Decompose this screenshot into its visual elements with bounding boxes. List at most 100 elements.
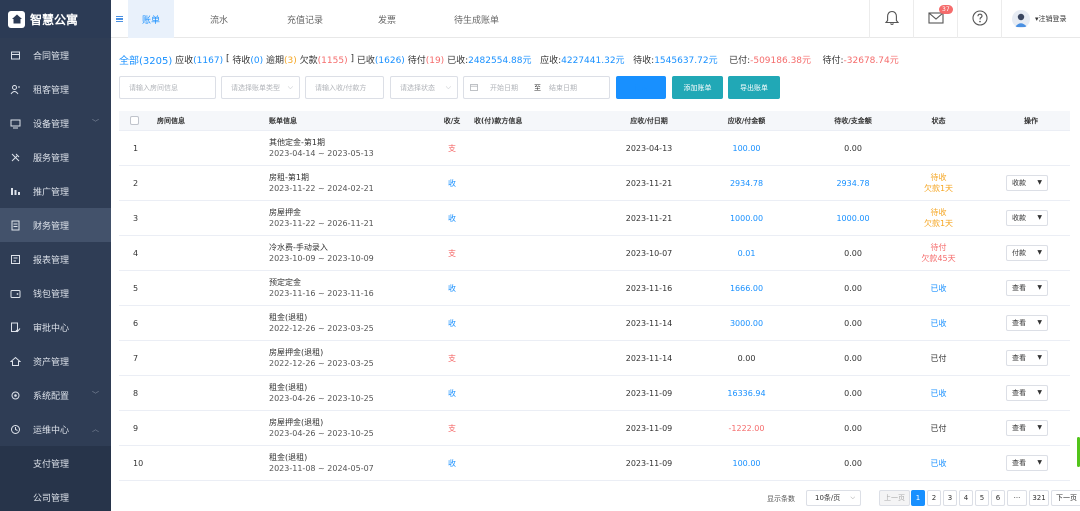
- search-button[interactable]: 搜索: [616, 76, 666, 99]
- row-action-select[interactable]: 付款 ▼: [1006, 245, 1048, 261]
- column-header-3: 收(付)款方信息: [474, 116, 523, 125]
- due-date: 2023-11-09: [625, 388, 673, 398]
- table-row[interactable]: 1 其他定金-第1期 2023-04-14 ~ 2023-05-13 支 2023-04…: [119, 131, 1070, 166]
- table-row[interactable]: 6 租金(退租) 2022-12-26 ~ 2023-03-25 收 2023-11-1…: [119, 306, 1070, 341]
- contract-icon: [10, 50, 21, 61]
- report-icon: [10, 254, 21, 265]
- tab-0[interactable]: 账单: [128, 0, 174, 38]
- export-bill-button[interactable]: 导出账单: [728, 76, 780, 99]
- user-menu[interactable]: ▾注销登录: [1001, 0, 1080, 38]
- help-button[interactable]: [957, 0, 1001, 38]
- add-bill-button[interactable]: 添加账单: [672, 76, 723, 99]
- select-all-checkbox[interactable]: [119, 111, 149, 130]
- summary-received[interactable]: 已收(1626): [357, 53, 405, 66]
- approval-icon: [10, 322, 21, 333]
- chevron-down-icon: ﹀: [92, 391, 99, 399]
- row-action-select[interactable]: 查看 ▼: [1006, 315, 1048, 331]
- row-action-select[interactable]: 查看 ▼: [1006, 455, 1048, 471]
- caret-down-icon: ▼: [1037, 284, 1042, 291]
- summary-topay[interactable]: 待付(19): [408, 53, 445, 66]
- sidebar-item-0[interactable]: 合同管理: [0, 38, 111, 72]
- summary-receivable[interactable]: 应收(1167): [175, 53, 223, 66]
- page-button[interactable]: 2: [927, 490, 941, 506]
- sidebar-item-5[interactable]: 财务管理: [0, 208, 111, 242]
- prev-page-button[interactable]: 上一页: [879, 490, 910, 506]
- tab-4[interactable]: 待生成账单: [428, 0, 525, 38]
- calendar-icon: [470, 83, 478, 93]
- row-action-select[interactable]: 查看 ▼: [1006, 350, 1048, 366]
- row-action-select[interactable]: 查看 ▼: [1006, 280, 1048, 296]
- sidebar-item-9[interactable]: 资产管理: [0, 344, 111, 378]
- sidebar-item-8[interactable]: 审批中心: [0, 310, 111, 344]
- table-row[interactable]: 5 预定定金 2023-11-16 ~ 2023-11-16 收 2023-11-16 1…: [119, 271, 1070, 306]
- page-button[interactable]: 4: [959, 490, 973, 506]
- column-header-8: 操作: [1024, 116, 1038, 125]
- table-row[interactable]: 9 房屋押金(退租) 2023-04-26 ~ 2023-10-25 支 2023-11…: [119, 411, 1070, 446]
- row-number: 10: [133, 458, 144, 468]
- page-button[interactable]: 1: [911, 490, 925, 506]
- row-action-select[interactable]: 查看 ▼: [1006, 420, 1048, 436]
- summary-pending[interactable]: 待收(0): [232, 53, 263, 66]
- sidebar-subitem-0[interactable]: 支付管理: [0, 446, 111, 480]
- sidebar-item-6[interactable]: 报表管理: [0, 242, 111, 276]
- date-range-picker[interactable]: 开始日期 至 结束日期: [463, 76, 610, 99]
- sidebar-item-4[interactable]: 推广管理: [0, 174, 111, 208]
- pending-amount: 0.00: [844, 388, 862, 398]
- direction-tag: 收: [448, 213, 456, 223]
- messages-button[interactable]: 37: [913, 0, 957, 38]
- table-row[interactable]: 3 房屋押金 2023-11-22 ~ 2026-11-21 收 2023-11-21 1…: [119, 201, 1070, 236]
- sidebar-item-7[interactable]: 钱包管理: [0, 276, 111, 310]
- logout-link[interactable]: ▾注销登录: [1035, 14, 1067, 24]
- summary-arrears[interactable]: 欠款(1155): [300, 53, 348, 66]
- table-row[interactable]: 7 房屋押金(退租) 2022-12-26 ~ 2023-03-25 支 2023-11…: [119, 341, 1070, 376]
- party-search-input[interactable]: 请输入收/付款方: [305, 76, 384, 99]
- chevron-down-icon: ⌵: [850, 494, 855, 501]
- sidebar-item-10[interactable]: 系统配置 ﹀: [0, 378, 111, 412]
- direction-tag: 收: [448, 318, 456, 328]
- bill-period: 2023-10-09 ~ 2023-10-09: [269, 254, 374, 263]
- tab-1[interactable]: 流水: [174, 0, 264, 38]
- summary-all[interactable]: 全部(3205): [119, 52, 172, 67]
- finance-icon: [10, 220, 21, 231]
- page-button[interactable]: 6: [991, 490, 1005, 506]
- status-label: 已付: [930, 423, 947, 433]
- bill-title: 房屋押金(退租): [269, 348, 324, 357]
- table-row[interactable]: 10 租金(退租) 2023-11-08 ~ 2024-05-07 收 2023-11-…: [119, 446, 1070, 481]
- bill-type-select[interactable]: 请选择账单类型 ⌵: [221, 76, 300, 99]
- page-button[interactable]: 5: [975, 490, 989, 506]
- chevron-down-icon: ⌵: [445, 83, 451, 91]
- end-date-input[interactable]: 结束日期: [549, 83, 577, 93]
- tab-3[interactable]: 发票: [346, 0, 428, 38]
- sidebar-item-2[interactable]: 设备管理 ﹀: [0, 106, 111, 140]
- next-page-button[interactable]: 下一页: [1051, 490, 1080, 506]
- status-select[interactable]: 请选择状态 ⌵: [390, 76, 458, 99]
- room-search-input[interactable]: 请输入房间信息: [119, 76, 216, 99]
- pending-amount: 0.00: [844, 248, 862, 258]
- sidebar-item-11[interactable]: 运维中心 ︿: [0, 412, 111, 446]
- row-number: 1: [133, 143, 139, 153]
- summary-overdue[interactable]: 逾期(3): [266, 53, 297, 66]
- page-button[interactable]: ···: [1007, 490, 1027, 506]
- page-button[interactable]: 3: [943, 490, 957, 506]
- start-date-input[interactable]: 开始日期: [490, 83, 518, 93]
- due-date: 2023-11-21: [625, 213, 673, 223]
- pending-amount: 0.00: [844, 458, 862, 468]
- direction-tag: 收: [448, 458, 456, 468]
- table-row[interactable]: 2 房租-第1期 2023-11-22 ~ 2024-02-21 收 2023-11-2…: [119, 166, 1070, 201]
- row-action-select[interactable]: 查看 ▼: [1006, 385, 1048, 401]
- menu-toggle-icon[interactable]: [111, 0, 128, 38]
- tab-2[interactable]: 充值记录: [264, 0, 346, 38]
- table-row[interactable]: 4 冷水费-手动录入 2023-10-09 ~ 2023-10-09 支 2023-10…: [119, 236, 1070, 271]
- row-action-select[interactable]: 收款 ▼: [1006, 210, 1048, 226]
- app-logo[interactable]: 智慧公寓: [0, 0, 111, 38]
- notification-button[interactable]: [869, 0, 913, 38]
- pending-amount: 0.00: [844, 318, 862, 328]
- sidebar-item-label: 运维中心: [33, 425, 70, 436]
- table-row[interactable]: 8 租金(退租) 2023-04-26 ~ 2023-10-25 收 2023-11-0…: [119, 376, 1070, 411]
- page-size-select[interactable]: 10条/页 ⌵: [806, 490, 861, 506]
- row-action-select[interactable]: 收款 ▼: [1006, 175, 1048, 191]
- sidebar-item-1[interactable]: 租客管理: [0, 72, 111, 106]
- sidebar-item-3[interactable]: 服务管理: [0, 140, 111, 174]
- page-button[interactable]: 321: [1029, 490, 1049, 506]
- app-name: 智慧公寓: [30, 12, 79, 27]
